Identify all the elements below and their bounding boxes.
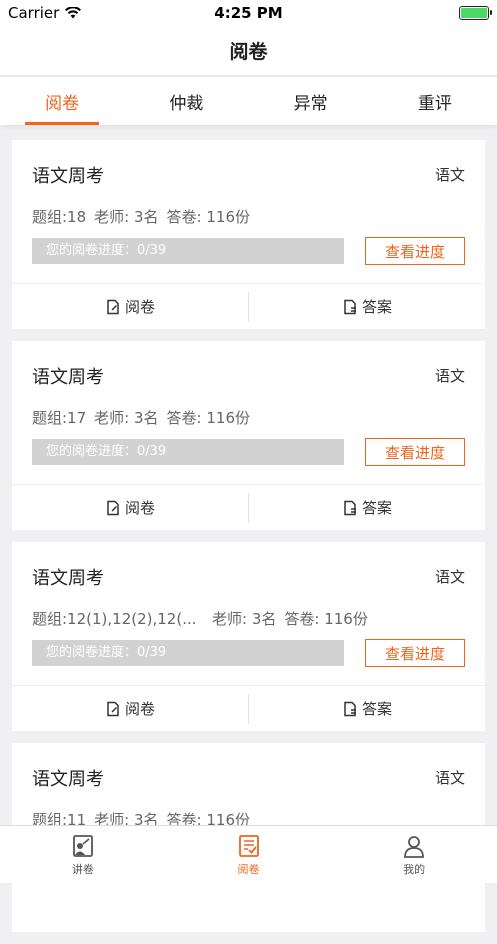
group-label: 题组:18 [32, 208, 87, 226]
card-actions: 阅卷 答案 [12, 283, 485, 329]
answer-doc-icon [344, 299, 356, 314]
answer-button[interactable]: 答案 [248, 291, 485, 322]
card-actions: 阅卷 答案 [12, 685, 485, 731]
page-title: 阅卷 [229, 41, 268, 63]
status-bar: Carrier 4:25 PM [0, 0, 497, 26]
teachers-label: 老师: 3名 [212, 610, 277, 628]
view-progress-button[interactable]: 查看进度 [365, 237, 465, 265]
card-subject: 语文 [434, 769, 465, 787]
nav-bar: 阅卷 [0, 26, 497, 76]
teachers-label: 老师: 3名 [94, 409, 159, 427]
exam-card[interactable]: 语文周考 语文 题组:12(1),12(2),12(... 老师: 3名 答卷:… [12, 542, 485, 731]
exam-card[interactable]: 语文周考 语文 题组:17 老师: 3名 答卷: 116份 您的阅卷进度：0/3… [12, 341, 485, 530]
progress-bar: 您的阅卷进度：0/39 [32, 640, 344, 666]
papers-label: 答卷: 116份 [166, 409, 250, 427]
card-info: 题组:17 老师: 3名 答卷: 116份 [32, 407, 452, 428]
status-time: 4:25 PM [214, 4, 283, 22]
bottom-tab-bar: 讲卷 阅卷 我的 [0, 825, 497, 883]
progress-bar: 您的阅卷进度：0/39 [32, 439, 344, 465]
card-info: 题组:18 老师: 3名 答卷: 116份 [32, 206, 452, 227]
tab-marking[interactable]: 阅卷 [0, 77, 124, 125]
battery-icon [459, 6, 492, 20]
mark-button[interactable]: 阅卷 [12, 493, 248, 523]
edit-doc-icon [107, 500, 119, 515]
bottom-tab-profile[interactable]: 我的 [331, 826, 497, 883]
carrier-area: Carrier [8, 4, 168, 22]
answer-doc-icon [344, 701, 356, 716]
exam-card[interactable]: 语文周考 语文 题组:18 老师: 3名 答卷: 116份 您的阅卷进度：0/3… [12, 140, 485, 329]
papers-label: 答卷: 116份 [284, 610, 368, 628]
answer-doc-icon [344, 500, 356, 515]
card-subject: 语文 [434, 367, 465, 385]
card-subject: 语文 [434, 568, 465, 586]
tab-abnormal[interactable]: 异常 [249, 77, 373, 125]
edit-doc-icon [107, 299, 119, 314]
teachers-label: 老师: 3名 [94, 208, 159, 226]
mark-button[interactable]: 阅卷 [12, 694, 248, 724]
card-info: 题组:12(1),12(2),12(... 老师: 3名 答卷: 116份 [32, 608, 452, 629]
tab-rescore[interactable]: 重评 [373, 77, 497, 125]
bottom-tab-lecture[interactable]: 讲卷 [0, 826, 166, 883]
group-label: 题组:17 [32, 409, 87, 427]
progress-bar: 您的阅卷进度：0/39 [32, 238, 344, 264]
card-title: 语文周考 [32, 367, 104, 388]
card-actions: 阅卷 答案 [12, 484, 485, 530]
view-progress-button[interactable]: 查看进度 [365, 438, 465, 466]
wifi-icon [65, 7, 82, 19]
lecture-icon [72, 834, 93, 857]
card-title: 语文周考 [32, 166, 104, 187]
bottom-tab-marking[interactable]: 阅卷 [166, 826, 332, 883]
edit-doc-icon [107, 701, 119, 716]
carrier-label: Carrier [8, 4, 60, 22]
top-tabs: 阅卷 仲裁 异常 重评 [0, 77, 497, 125]
exam-list: 语文周考 语文 题组:18 老师: 3名 答卷: 116份 您的阅卷进度：0/3… [12, 140, 485, 944]
papers-label: 答卷: 116份 [166, 208, 250, 226]
profile-icon [404, 835, 425, 858]
card-title: 语文周考 [32, 568, 104, 589]
answer-button[interactable]: 答案 [248, 693, 485, 724]
card-title: 语文周考 [32, 769, 104, 790]
group-label: 题组:12(1),12(2),12(... [32, 610, 197, 628]
tab-arbitration[interactable]: 仲裁 [124, 77, 248, 125]
mark-button[interactable]: 阅卷 [12, 292, 248, 322]
answer-button[interactable]: 答案 [248, 492, 485, 523]
marking-icon [238, 834, 259, 857]
view-progress-button[interactable]: 查看进度 [365, 639, 465, 667]
card-subject: 语文 [434, 166, 465, 184]
